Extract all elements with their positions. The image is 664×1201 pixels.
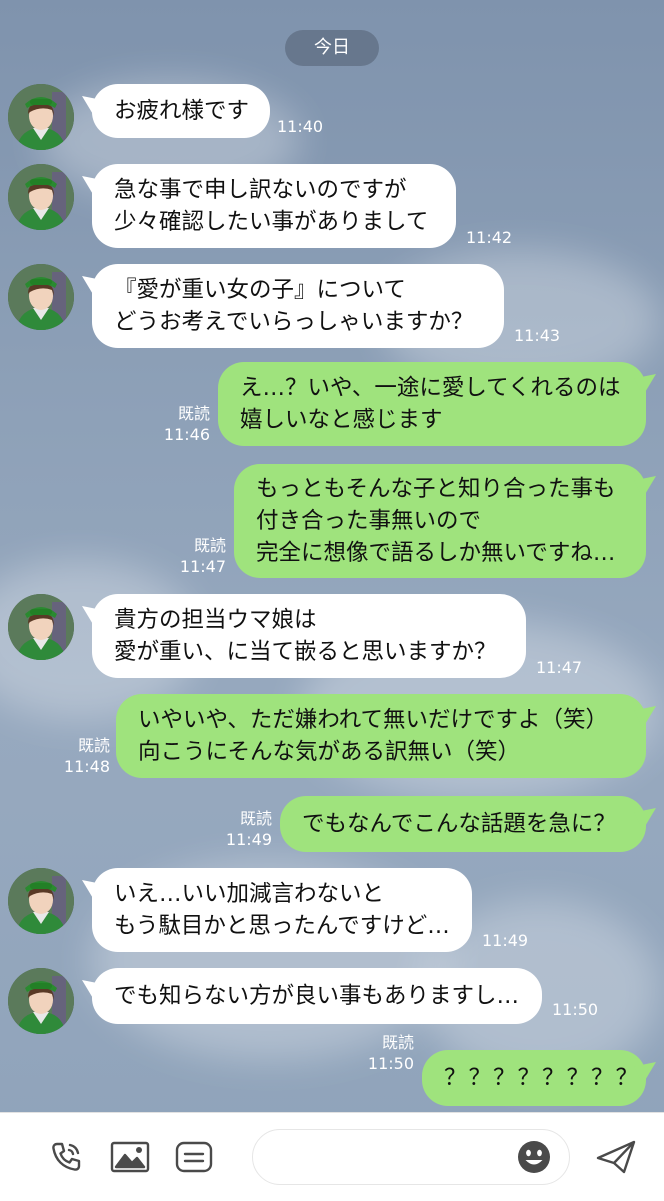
emoji-icon[interactable] bbox=[512, 1137, 556, 1177]
avatar[interactable] bbox=[8, 84, 74, 150]
message-bubble-incoming[interactable]: 貴方の担当ウマ娘は 愛が重い、に当て嵌ると思いますか？ bbox=[92, 594, 526, 678]
message-time: 11:50 bbox=[552, 1000, 599, 1019]
avatar[interactable] bbox=[8, 594, 74, 660]
message-meta: 既読 11:50 bbox=[354, 1032, 414, 1074]
message-bubble-incoming[interactable]: いえ…いい加減言わないと もう駄目かと思ったんですけど… bbox=[92, 868, 472, 952]
message-bubble-outgoing[interactable]: ？？？？？？？？ bbox=[422, 1050, 646, 1106]
read-receipt: 既読 bbox=[193, 536, 226, 555]
message-time: 11:43 bbox=[514, 326, 561, 345]
message-time: 11:47 bbox=[536, 658, 583, 677]
message-time: 11:42 bbox=[466, 228, 513, 247]
message-meta: 既読 11:47 bbox=[166, 535, 226, 577]
avatar[interactable] bbox=[8, 264, 74, 330]
message-time: 11:47 bbox=[179, 557, 226, 576]
message-meta: 既読 11:48 bbox=[50, 735, 110, 777]
message-time: 11:49 bbox=[225, 830, 272, 849]
message-bubble-incoming[interactable]: 急な事で申し訳ないのですが 少々確認したい事がありまして bbox=[92, 164, 456, 248]
message-bubble-outgoing[interactable]: でもなんでこんな話題を急に？ bbox=[280, 796, 646, 852]
avatar[interactable] bbox=[8, 164, 74, 230]
message-bubble-incoming[interactable]: お疲れ様です bbox=[92, 84, 270, 138]
sticker-list-icon[interactable] bbox=[172, 1137, 216, 1177]
message-time: 11:48 bbox=[63, 757, 110, 776]
message-time: 11:50 bbox=[367, 1054, 414, 1073]
message-meta: 既読 11:49 bbox=[212, 808, 272, 850]
read-receipt: 既読 bbox=[77, 736, 110, 755]
message-meta: 既読 11:46 bbox=[150, 403, 210, 445]
date-separator: 今日 bbox=[285, 30, 379, 66]
send-icon[interactable] bbox=[594, 1137, 638, 1177]
image-icon[interactable] bbox=[108, 1137, 152, 1177]
chat-area[interactable]: 今日 お疲れ様です 11:40 急な事で申し訳ないのですが 少々確認したい事があ… bbox=[0, 0, 664, 1112]
message-time: 11:40 bbox=[277, 117, 324, 136]
phone-icon[interactable] bbox=[44, 1137, 88, 1177]
read-receipt: 既読 bbox=[239, 809, 272, 828]
read-receipt: 既読 bbox=[177, 404, 210, 423]
message-input-bar bbox=[0, 1112, 664, 1201]
message-bubble-outgoing[interactable]: え…？いや、一途に愛してくれるのは 嬉しいなと感じます bbox=[218, 362, 646, 446]
avatar[interactable] bbox=[8, 968, 74, 1034]
message-time: 11:46 bbox=[163, 425, 210, 444]
message-bubble-outgoing[interactable]: もっともそんな子と知り合った事も 付き合った事無いので 完全に想像で語るしか無い… bbox=[234, 464, 646, 578]
message-bubble-incoming[interactable]: 『愛が重い女の子』について どうお考えでいらっしゃいますか？ bbox=[92, 264, 504, 348]
message-bubble-outgoing[interactable]: いやいや、ただ嫌われて無いだけですよ（笑） 向こうにそんな気がある訳無い（笑） bbox=[116, 694, 646, 778]
message-bubble-incoming[interactable]: でも知らない方が良い事もありますし… bbox=[92, 968, 542, 1024]
read-receipt: 既読 bbox=[381, 1033, 414, 1052]
message-time: 11:49 bbox=[482, 931, 529, 950]
avatar[interactable] bbox=[8, 868, 74, 934]
